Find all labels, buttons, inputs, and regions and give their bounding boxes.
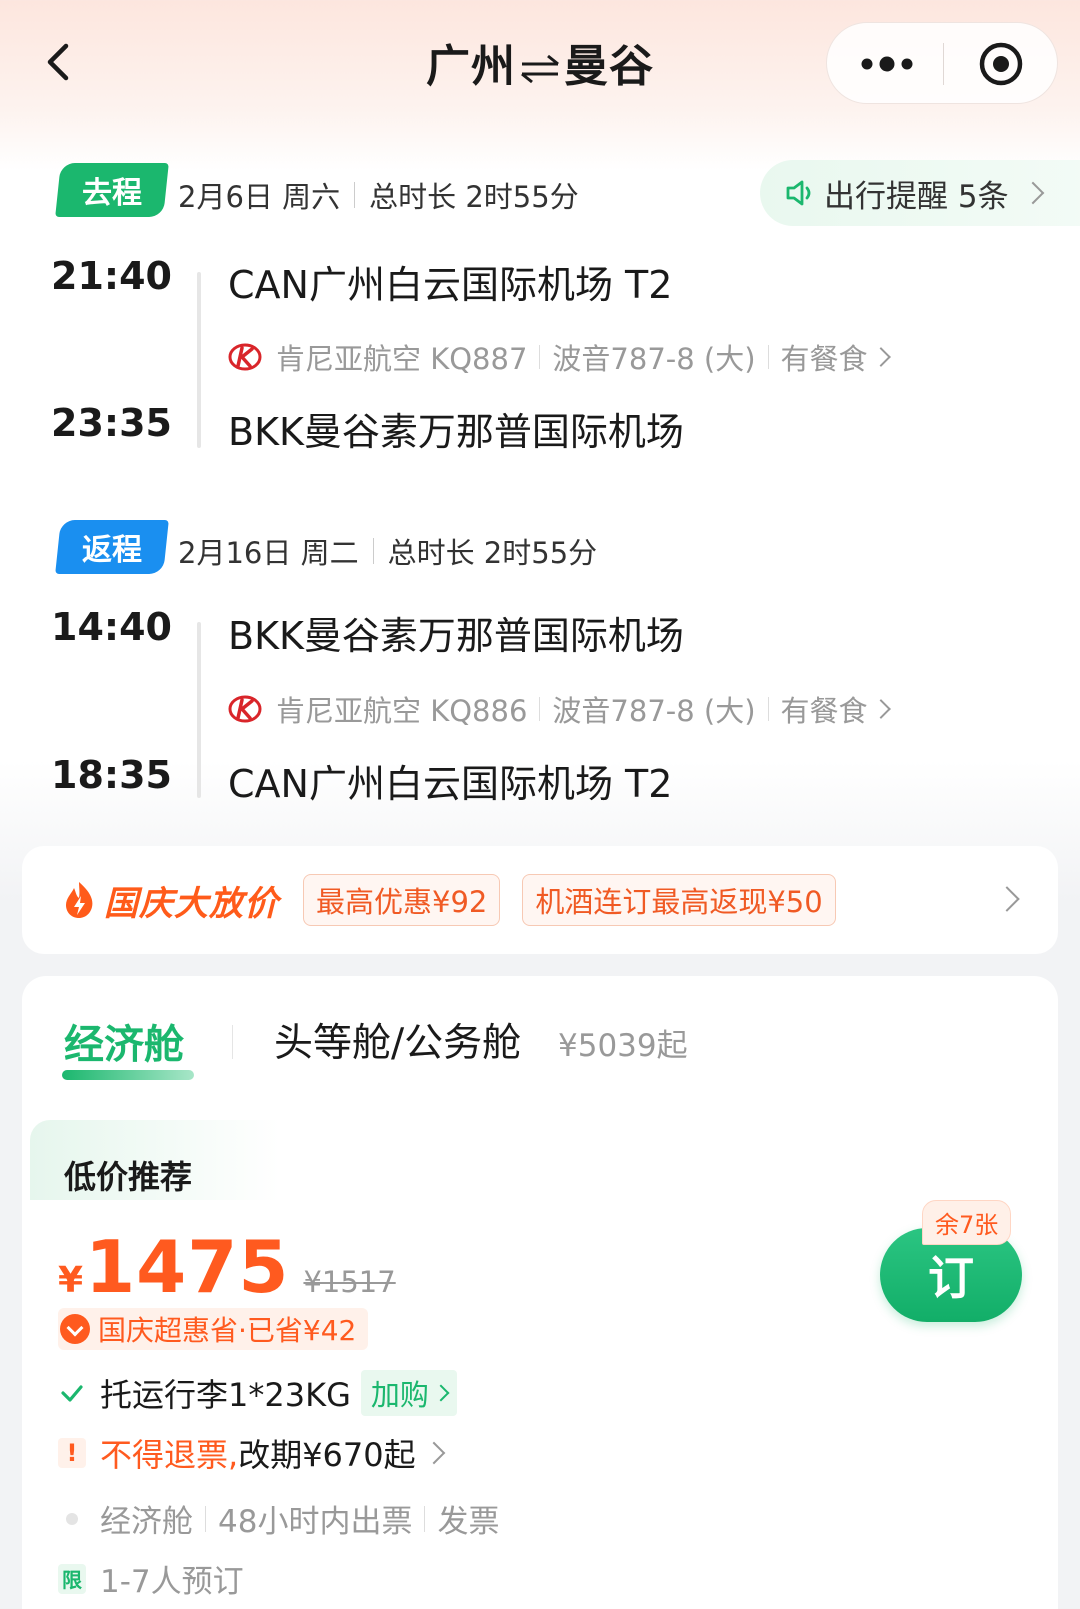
promo-tag-discount: 最高优惠¥92 xyxy=(303,874,501,926)
currency-symbol: ¥ xyxy=(58,1260,84,1301)
warning-icon: ! xyxy=(58,1438,86,1468)
outbound-date: 2月6日 周六 xyxy=(178,180,341,214)
timeline-line xyxy=(197,272,201,448)
refund-row[interactable]: ! 不得退票, 改期¥670起 xyxy=(58,1430,445,1476)
title-destination: 曼谷 xyxy=(564,41,654,92)
outbound-info: 2月6日 周六 总时长 2时55分 xyxy=(178,174,579,216)
invoice-info: 发票 xyxy=(437,1504,500,1540)
outbound-dep-time: 21:40 xyxy=(51,254,172,298)
outbound-arr-airport: BKK曼谷素万那普国际机场 xyxy=(228,410,684,454)
capsule-divider xyxy=(943,43,944,85)
return-info: 2月16日 周二 总时长 2时55分 xyxy=(178,530,597,572)
reminder-text: 出行提醒 5条 xyxy=(824,178,1009,215)
more-dots-icon[interactable] xyxy=(857,49,917,79)
return-date: 2月16日 周二 xyxy=(178,536,359,570)
chevron-right-icon xyxy=(422,1441,445,1465)
title-origin: 广州 xyxy=(426,41,516,92)
tab-first-business[interactable]: 头等舱/公务舱 xyxy=(274,1012,521,1068)
fare-price: ¥ 1475 ¥1517 xyxy=(58,1225,396,1309)
return-duration: 总时长 2时55分 xyxy=(387,536,598,570)
return-dep-airport: BKK曼谷素万那普国际机场 xyxy=(228,614,684,658)
chevron-right-icon xyxy=(994,886,1020,912)
ticketing-time: 48小时内出票 xyxy=(218,1504,413,1540)
airline-flight-number: 肯尼亚航空 KQ887 xyxy=(276,342,528,376)
kenya-airways-logo-icon xyxy=(228,343,262,371)
outbound-duration: 总时长 2时55分 xyxy=(369,180,579,214)
savings-badge: 国庆超惠省·已省¥42 xyxy=(58,1308,369,1350)
tab-divider xyxy=(232,1025,233,1059)
limit-text: 1-7人预订 xyxy=(100,1564,244,1600)
outbound-flight-details[interactable]: 肯尼亚航空 KQ887 波音787-8 (大) 有餐食 xyxy=(228,336,891,378)
ticket-info-row: 经济舱 48小时内出票 发票 xyxy=(58,1496,499,1541)
return-badge: 返程 xyxy=(55,520,169,574)
speaker-icon xyxy=(786,180,811,206)
limit-badge: 限 xyxy=(58,1563,86,1594)
chevron-right-icon xyxy=(1021,181,1044,205)
promo-brand: 国庆大放价 xyxy=(104,883,279,924)
baggage-row: 托运行李1*23KG 加购 xyxy=(58,1370,457,1416)
timeline-line xyxy=(197,622,201,798)
remaining-seats-badge: 余7张 xyxy=(922,1200,1012,1245)
meal-info: 有餐食 xyxy=(780,342,868,376)
promo-banner[interactable]: 国庆大放价 最高优惠¥92 机酒连订最高返现¥50 xyxy=(22,846,1058,954)
refund-warning: 不得退票, xyxy=(100,1436,239,1474)
addbuy-button[interactable]: 加购 xyxy=(360,1370,457,1416)
outbound-arr-time: 23:35 xyxy=(51,401,172,445)
change-fee: 改期¥670起 xyxy=(238,1436,416,1474)
promo-tag-cashback: 机酒连订最高返现¥50 xyxy=(522,874,836,926)
cabin-class: 经济舱 xyxy=(100,1504,193,1540)
savings-text: 国庆超惠省·已省¥42 xyxy=(98,1314,357,1347)
tab-first-price: ¥5039起 xyxy=(558,1028,688,1064)
travel-reminder-button[interactable]: 出行提醒 5条 xyxy=(760,160,1080,226)
tab-economy[interactable]: 经济舱 xyxy=(64,1012,184,1070)
section-title: 低价推荐 xyxy=(64,1158,193,1196)
chevron-right-icon xyxy=(432,1384,450,1402)
outbound-badge: 去程 xyxy=(55,163,169,217)
check-icon xyxy=(61,1385,83,1402)
outbound-dep-airport: CAN广州白云国际机场 T2 xyxy=(228,263,673,307)
limit-row: 限 1-7人预订 xyxy=(58,1556,244,1601)
chevron-right-icon xyxy=(870,347,891,367)
return-dep-time: 14:40 xyxy=(51,605,172,649)
aircraft-type: 波音787-8 (大) xyxy=(552,694,756,728)
round-trip-arrows-icon xyxy=(521,54,559,84)
original-price: ¥1517 xyxy=(303,1265,396,1299)
airline-flight-number: 肯尼亚航空 KQ886 xyxy=(276,694,528,728)
target-icon[interactable] xyxy=(977,40,1025,88)
price-value: 1475 xyxy=(85,1225,290,1309)
active-tab-indicator xyxy=(62,1070,194,1080)
chevron-right-icon xyxy=(870,699,891,719)
return-flight-details[interactable]: 肯尼亚航空 KQ886 波音787-8 (大) 有餐食 xyxy=(228,688,891,730)
return-arr-time: 18:35 xyxy=(51,753,172,797)
bullet-dot xyxy=(66,1512,78,1525)
return-arr-airport: CAN广州白云国际机场 T2 xyxy=(228,762,673,806)
aircraft-type: 波音787-8 (大) xyxy=(552,342,756,376)
kenya-airways-logo-icon xyxy=(228,695,262,723)
mini-program-capsule xyxy=(826,22,1058,104)
meal-info: 有餐食 xyxy=(780,694,868,728)
flame-bolt-icon xyxy=(66,882,93,918)
down-arrow-icon xyxy=(60,1314,90,1344)
baggage-text: 托运行李1*23KG xyxy=(100,1376,351,1414)
